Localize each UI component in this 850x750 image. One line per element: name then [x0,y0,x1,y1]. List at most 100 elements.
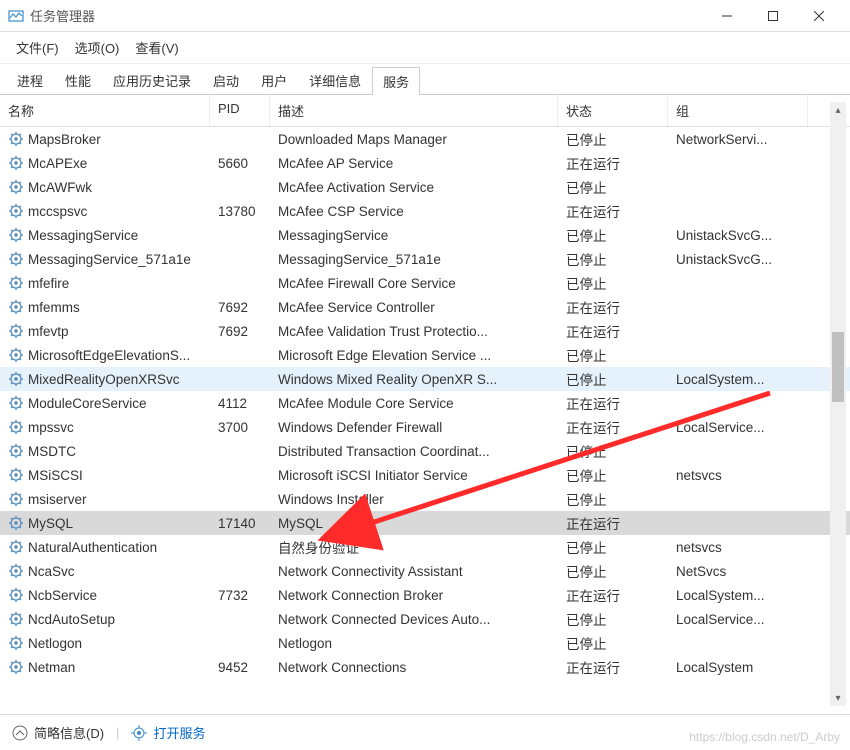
cell-group: netsvcs [668,468,808,483]
cell-status: 已停止 [558,465,668,485]
cell-pid: 9452 [210,660,270,675]
service-rows: MapsBrokerDownloaded Maps Manager已停止Netw… [0,127,850,721]
cell-status: 已停止 [558,489,668,509]
cell-status: 已停止 [558,177,668,197]
service-row[interactable]: ModuleCoreService4112McAfee Module Core … [0,391,850,415]
cell-desc: Downloaded Maps Manager [270,132,558,147]
cell-name: Netlogon [0,635,210,651]
cell-desc: MySQL [270,516,558,531]
cell-desc: Windows Defender Firewall [270,420,558,435]
cell-status: 已停止 [558,441,668,461]
service-row[interactable]: MSiSCSI Microsoft iSCSI Initiator Service… [0,463,850,487]
cell-status: 正在运行 [558,657,668,677]
cell-status: 已停止 [558,273,668,293]
service-row[interactable]: NcdAutoSetupNetwork Connected Devices Au… [0,607,850,631]
service-row[interactable]: mpssvc3700Windows Defender Firewall正在运行L… [0,415,850,439]
tab-用户[interactable]: 用户 [250,66,298,94]
cell-desc: Microsoft iSCSI Initiator Service [270,468,558,483]
tab-bar: 进程性能应用历史记录启动用户详细信息服务 [0,64,850,95]
cell-name: mfevtp [0,323,210,339]
taskmgr-icon [8,8,24,24]
cell-group: LocalSystem... [668,588,808,603]
close-button[interactable] [796,0,842,32]
cell-desc: Windows Mixed Reality OpenXR S... [270,372,558,387]
service-row[interactable]: msiserverWindows Installer已停止 [0,487,850,511]
service-row[interactable]: NaturalAuthentication自然身份验证已停止netsvcs [0,535,850,559]
tab-服务[interactable]: 服务 [372,67,420,95]
service-row[interactable]: NetlogonNetlogon已停止 [0,631,850,655]
cell-pid: 7692 [210,300,270,315]
window-title: 任务管理器 [30,6,95,25]
cell-name: mfefire [0,275,210,291]
service-row[interactable]: MySQL17140MySQL正在运行 [0,511,850,535]
tab-详细信息[interactable]: 详细信息 [298,66,372,94]
col-group[interactable]: 组 [668,95,808,126]
service-row[interactable]: NcbService7732Network Connection Broker正… [0,583,850,607]
cell-desc: McAfee Firewall Core Service [270,276,558,291]
service-row[interactable]: McAPExe5660McAfee AP Service正在运行 [0,151,850,175]
chevron-up-circle-icon [12,725,28,741]
col-pid[interactable]: PID [210,95,270,126]
service-row[interactable]: mfefire McAfee Firewall Core Service已停止 [0,271,850,295]
cell-name: MixedRealityOpenXRSvc [0,371,210,387]
cell-status: 已停止 [558,633,668,653]
titlebar: 任务管理器 [0,0,850,32]
cell-status: 已停止 [558,537,668,557]
tab-进程[interactable]: 进程 [6,66,54,94]
menu-file[interactable]: 文件(F) [10,36,65,59]
cell-name: NaturalAuthentication [0,539,210,555]
cell-desc: 自然身份验证 [270,537,558,557]
menubar: 文件(F) 选项(O) 查看(V) [0,32,850,64]
service-row[interactable]: MessagingService_571a1eMessagingService_… [0,247,850,271]
menu-view[interactable]: 查看(V) [129,36,184,59]
footer-separator: | [116,725,119,740]
vertical-scrollbar[interactable]: ▴ ▾ [830,102,846,706]
cell-name: NcaSvc [0,563,210,579]
column-headers: 名称 PID 描述 状态 组 [0,95,850,127]
service-row[interactable]: Netman9452Network Connections正在运行LocalSy… [0,655,850,679]
cell-pid: 7692 [210,324,270,339]
service-row[interactable]: MapsBrokerDownloaded Maps Manager已停止Netw… [0,127,850,151]
cell-desc: McAfee Service Controller [270,300,558,315]
cell-desc: McAfee CSP Service [270,204,558,219]
service-row[interactable]: MessagingServiceMessagingService已停止Unist… [0,223,850,247]
service-row[interactable]: mfevtp7692McAfee Validation Trust Protec… [0,319,850,343]
open-services-link[interactable]: 打开服务 [131,723,205,742]
cell-desc: Windows Installer [270,492,558,507]
scroll-thumb[interactable] [832,332,844,402]
brief-info-toggle[interactable]: 简略信息(D) [12,723,104,742]
service-row[interactable]: mfemms7692McAfee Service Controller正在运行 [0,295,850,319]
service-row[interactable]: MSDTCDistributed Transaction Coordinat..… [0,439,850,463]
tab-应用历史记录[interactable]: 应用历史记录 [102,66,202,94]
tab-性能[interactable]: 性能 [54,66,102,94]
service-row[interactable]: MixedRealityOpenXRSvc Windows Mixed Reali… [0,367,850,391]
scroll-down-arrow[interactable]: ▾ [830,690,846,706]
cell-name: MySQL [0,515,210,531]
cell-status: 已停止 [558,345,668,365]
col-desc[interactable]: 描述 [270,95,558,126]
service-row[interactable]: NcaSvcNetwork Connectivity Assistant已停止N… [0,559,850,583]
scroll-up-arrow[interactable]: ▴ [830,102,846,118]
cell-status: 已停止 [558,225,668,245]
cell-status: 正在运行 [558,513,668,533]
col-name[interactable]: 名称 [0,95,210,126]
cell-pid: 4112 [210,396,270,411]
cell-desc: Network Connected Devices Auto... [270,612,558,627]
service-row[interactable]: McAWFwkMcAfee Activation Service已停止 [0,175,850,199]
minimize-button[interactable] [704,0,750,32]
cell-group: LocalSystem [668,660,808,675]
cell-name: McAPExe [0,155,210,171]
menu-options[interactable]: 选项(O) [69,36,126,59]
tab-启动[interactable]: 启动 [202,66,250,94]
cell-desc: Microsoft Edge Elevation Service ... [270,348,558,363]
cell-name: MSiSCSI [0,467,210,483]
cell-pid: 13780 [210,204,270,219]
service-row[interactable]: MicrosoftEdgeElevationS...Microsoft Edge… [0,343,850,367]
maximize-button[interactable] [750,0,796,32]
cell-group: LocalService... [668,612,808,627]
service-row[interactable]: mccspsvc13780McAfee CSP Service正在运行 [0,199,850,223]
col-status[interactable]: 状态 [558,95,668,126]
watermark-text: https://blog.csdn.net/D_Arby [689,730,840,744]
brief-info-label: 简略信息(D) [34,723,104,742]
cell-group: UnistackSvcG... [668,228,808,243]
